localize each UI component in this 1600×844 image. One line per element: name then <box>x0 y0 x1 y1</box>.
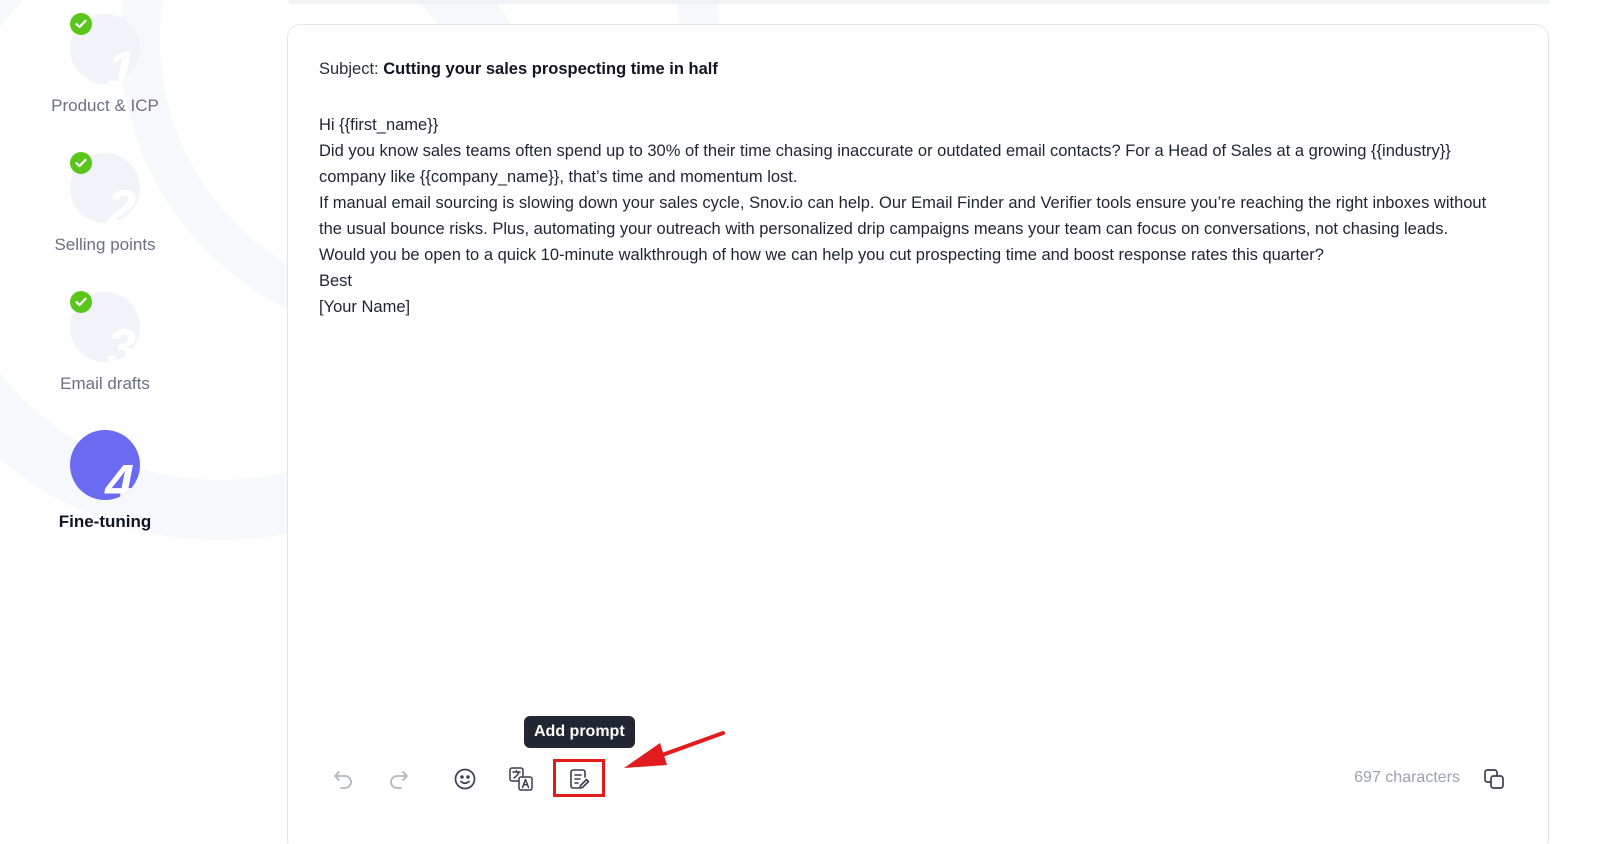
redo-icon <box>387 767 411 791</box>
email-editor[interactable]: Subject: Cutting your sales prospecting … <box>287 24 1549 844</box>
step-circle: 4 <box>70 430 140 500</box>
redo-button[interactable] <box>382 762 416 796</box>
check-icon <box>70 152 92 174</box>
emoji-icon <box>453 767 477 791</box>
annotation-highlight-box <box>553 759 605 797</box>
email-line: If manual email sourcing is slowing down… <box>319 194 1487 238</box>
email-line: Hi {{first_name}} <box>319 116 439 134</box>
undo-button[interactable] <box>326 762 360 796</box>
email-subject-line[interactable]: Subject: Cutting your sales prospecting … <box>319 60 718 79</box>
check-icon <box>70 291 92 313</box>
step-label: Selling points <box>54 235 156 254</box>
copy-icon <box>1482 767 1506 791</box>
email-line: Would you be open to a quick 10-minute w… <box>319 246 1324 264</box>
email-body[interactable]: Hi {{first_name}} Did you know sales tea… <box>319 112 1509 320</box>
translate-icon <box>508 766 534 792</box>
subject-prefix: Subject: <box>319 60 379 78</box>
step-label: Email drafts <box>60 374 150 393</box>
step-number: 4 <box>105 455 134 500</box>
emoji-button[interactable] <box>448 762 482 796</box>
add-prompt-tooltip: Add prompt <box>524 716 635 748</box>
email-line: Best <box>319 272 353 290</box>
translate-button[interactable] <box>504 762 538 796</box>
email-line: Did you know sales teams often spend up … <box>319 142 1451 186</box>
character-count: 697 characters <box>1354 769 1460 786</box>
check-icon <box>70 13 92 35</box>
subject-text: Cutting your sales prospecting time in h… <box>383 60 718 78</box>
step-number: 2 <box>107 180 136 223</box>
step-label: Fine-tuning <box>58 512 152 531</box>
page: 1 Product & ICP 2 Selling points 3 Email… <box>0 0 1600 844</box>
step-number: 3 <box>107 319 136 362</box>
step-label: Product & ICP <box>51 96 159 115</box>
undo-icon <box>331 767 355 791</box>
email-line: [Your Name] <box>319 298 411 316</box>
top-panel-edge <box>288 0 1550 4</box>
step-number: 1 <box>107 41 136 84</box>
copy-button[interactable] <box>1477 762 1511 796</box>
wizard-stepper: 1 Product & ICP 2 Selling points 3 Email… <box>0 0 210 560</box>
